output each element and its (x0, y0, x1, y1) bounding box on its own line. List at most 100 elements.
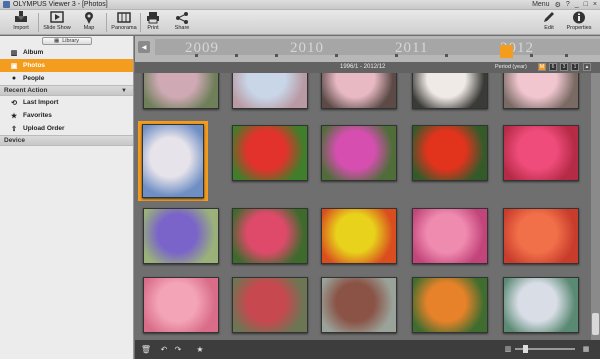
rotate-right-icon[interactable]: ↷ (173, 344, 183, 354)
timeline-selection[interactable] (500, 45, 513, 58)
properties-label: Properties (566, 25, 592, 31)
photo-thumbnail[interactable] (227, 121, 313, 185)
photo-thumbnail[interactable] (138, 73, 224, 113)
photo-image (232, 277, 308, 333)
sidebar-item-label: Album (23, 49, 44, 56)
sidebar-item-photos[interactable]: ▣ Photos (0, 59, 133, 72)
period-button[interactable]: M (538, 63, 546, 71)
rotate-left-icon[interactable]: ↶ (159, 344, 169, 354)
library-label: Library (62, 38, 79, 44)
timeline-mark (445, 54, 448, 57)
minimize-button[interactable]: _ (575, 1, 579, 8)
import-button[interactable]: Import (4, 11, 38, 31)
photo-thumbnail[interactable] (138, 121, 208, 201)
sidebar-item-label: Last Import (23, 99, 59, 106)
photo-thumbnail[interactable] (407, 273, 493, 337)
large-thumbnails-icon[interactable]: ▦ (581, 344, 591, 354)
photo-image (412, 277, 488, 333)
photo-thumbnail[interactable] (498, 73, 584, 113)
thumbnail-size-slider[interactable] (515, 345, 575, 353)
photo-thumbnail[interactable] (316, 73, 402, 113)
vertical-scrollbar[interactable] (591, 73, 600, 340)
trash-icon[interactable]: 🗑 (141, 344, 151, 354)
photo-image (503, 125, 579, 181)
photo-thumbnail[interactable] (498, 273, 584, 337)
people-icon: ● (11, 75, 17, 82)
sidebar: ▦ Library ▥ Album ▣ Photos ● People Rece… (0, 36, 134, 359)
slideshow-button[interactable]: Slide Show (40, 11, 74, 31)
timeline-year: 2011 (395, 40, 429, 56)
menu-button[interactable]: Menu (532, 1, 550, 8)
photo-thumbnail[interactable] (407, 204, 493, 268)
map-button[interactable]: Map (72, 11, 106, 31)
sidebar-item-album[interactable]: ▥ Album (0, 46, 133, 59)
toolbar: Import Slide Show Map Panorama Print Sha… (0, 10, 600, 35)
star-icon: ★ (10, 112, 18, 120)
photo-thumbnail[interactable] (498, 121, 584, 185)
photo-thumbnail[interactable] (227, 73, 313, 113)
upload-icon: ⇧ (11, 125, 17, 133)
photo-image (232, 208, 308, 264)
period-button[interactable]: 3 (560, 63, 568, 71)
photo-thumbnail[interactable] (316, 204, 402, 268)
photo-image (321, 73, 397, 109)
edit-button[interactable]: Edit (532, 11, 566, 31)
photo-image (503, 277, 579, 333)
device-header[interactable]: Device (0, 135, 133, 146)
photo-thumbnail[interactable] (227, 204, 313, 268)
share-label: Share (174, 25, 190, 31)
print-label: Print (147, 25, 159, 31)
photo-thumbnail[interactable] (138, 204, 224, 268)
chevron-up-icon[interactable]: ▲ (583, 63, 591, 71)
photo-image (232, 125, 308, 181)
timeline-year: 2009 (185, 40, 219, 56)
bottom-toolbar: 🗑 ↶ ↷ ★ ▥ ▦ (135, 340, 600, 359)
photo-image (412, 125, 488, 181)
sidebar-item-label: Favorites (23, 112, 52, 119)
scrollbar-thumb[interactable] (592, 313, 599, 335)
sidebar-item-favorites[interactable]: ★ Favorites (0, 109, 133, 122)
sidebar-item-upload-order[interactable]: ⇧ Upload Order (0, 122, 133, 135)
share-button[interactable]: Share (165, 11, 199, 31)
timeline-mark (335, 54, 338, 57)
help-icon[interactable]: ? (566, 1, 570, 8)
timeline-nav-button[interactable]: ◀ (138, 41, 150, 53)
photo-image (232, 73, 308, 109)
timeline-info-bar: 1996/1 - 2012/12 Period (year) M 6 3 1 ▲ (135, 62, 600, 73)
photo-grid (135, 73, 592, 340)
maximize-button[interactable]: □ (584, 1, 588, 8)
photo-thumbnail[interactable] (138, 273, 224, 337)
period-button[interactable]: 6 (549, 63, 557, 71)
timeline-track[interactable]: 2009 2010 2011 2012 (155, 39, 600, 56)
close-button[interactable]: × (593, 1, 597, 8)
sidebar-item-label: Photos (23, 62, 46, 69)
small-thumbnails-icon[interactable]: ▥ (503, 344, 513, 354)
sidebar-item-people[interactable]: ● People (0, 72, 133, 85)
panorama-icon (117, 12, 131, 23)
slider-knob[interactable] (523, 345, 528, 353)
photos-icon: ▣ (10, 62, 18, 70)
sidebar-item-label: People (23, 75, 45, 82)
library-button[interactable]: ▦ Library (41, 37, 92, 45)
sidebar-item-last-import[interactable]: ⟲ Last Import (0, 96, 133, 109)
title-bar: OLYMPUS Viewer 3 - [Photos] Menu ⚙ ? _ □… (0, 0, 600, 10)
timeline[interactable]: ◀ 2009 2010 2011 2012 (135, 36, 600, 62)
timeline-mark (565, 54, 568, 57)
photo-thumbnail[interactable] (316, 273, 402, 337)
period-button[interactable]: 1 (571, 63, 579, 71)
photo-thumbnail[interactable] (407, 73, 493, 113)
recent-action-header[interactable]: Recent Action ▼ (0, 85, 133, 96)
settings-icon[interactable]: ⚙ (555, 1, 561, 9)
photo-image (142, 124, 204, 198)
share-icon (176, 12, 188, 24)
edit-label: Edit (544, 25, 554, 31)
properties-button[interactable]: Properties (562, 11, 596, 31)
info-icon (573, 11, 585, 24)
photo-thumbnail[interactable] (407, 121, 493, 185)
favorite-star-icon[interactable]: ★ (195, 344, 205, 354)
photo-thumbnail[interactable] (316, 121, 402, 185)
photo-image (503, 208, 579, 264)
photo-thumbnail[interactable] (227, 273, 313, 337)
printer-icon (147, 12, 159, 24)
photo-thumbnail[interactable] (498, 204, 584, 268)
